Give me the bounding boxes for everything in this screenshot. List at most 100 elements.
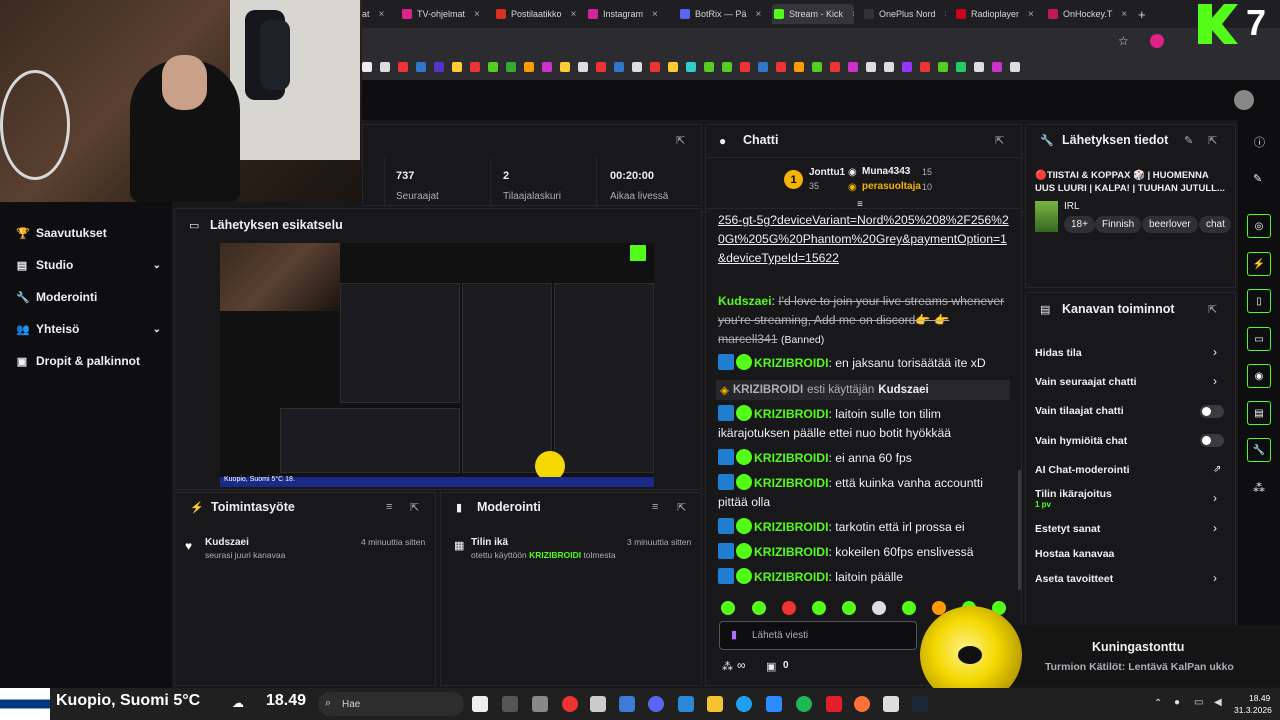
points-icon[interactable]: ⁂ (1253, 481, 1265, 495)
close-icon[interactable]: × (652, 9, 658, 20)
bookmark-icon[interactable] (812, 62, 822, 72)
action-followers-only[interactable]: Vain seuraajat chatti (1035, 376, 1137, 388)
emote-icon[interactable] (902, 601, 916, 615)
bookmark-icon[interactable] (920, 62, 930, 72)
browser-tab[interactable]: Radioplayer × (956, 4, 1038, 24)
activity-user[interactable]: Kudszaei (205, 537, 249, 548)
browser-tab[interactable]: OnHockey.T × (1048, 4, 1130, 24)
emote-icon[interactable] (842, 601, 856, 615)
taskbar-app-icon[interactable] (766, 696, 782, 712)
sidebar-item-dropit[interactable]: ▣ Dropit & palkinnot (16, 354, 161, 368)
bookmark-icon[interactable] (974, 62, 984, 72)
action-slow-mode[interactable]: Hidas tila (1035, 347, 1082, 359)
action-host-channel[interactable]: Hostaa kanavaa (1035, 548, 1114, 560)
chat-link[interactable]: 256-gt-5g?deviceVariant=Nord%205%208%2F2… (718, 211, 1010, 268)
chevron-right-icon[interactable]: › (1213, 571, 1217, 585)
bookmark-icon[interactable] (578, 62, 588, 72)
popout-icon[interactable]: ⇱ (676, 134, 685, 147)
taskbar-app-icon[interactable] (532, 696, 548, 712)
taskbar-app-icon[interactable] (590, 696, 606, 712)
chat-icon[interactable]: ▭ (1247, 327, 1271, 351)
bookmark-icon[interactable] (560, 62, 570, 72)
tray-chevron-icon[interactable]: ⌃ (1154, 698, 1162, 709)
bookmark-icon[interactable] (614, 62, 624, 72)
steam-icon[interactable] (912, 696, 928, 712)
top-gifter-name[interactable]: perasuoltaja (862, 181, 921, 192)
tag[interactable]: Finnish (1095, 216, 1142, 233)
sidebar-item-moderointi[interactable]: 🔧 Moderointi (16, 290, 161, 304)
category-name[interactable]: IRL (1064, 201, 1080, 212)
browser-tab[interactable]: Instagram × (588, 4, 668, 24)
bookmark-icon[interactable] (722, 62, 732, 72)
info-icon[interactable]: ⓘ (1254, 134, 1265, 150)
bookmark-star-icon[interactable]: ☆ (1118, 34, 1129, 48)
subscribers-only-toggle[interactable] (1200, 405, 1224, 418)
emote-icon[interactable] (752, 601, 766, 615)
points-icon[interactable]: ⁂ (722, 660, 733, 673)
extension-icon[interactable] (1150, 34, 1164, 48)
sidebar-item-yhteiso[interactable]: 👥 Yhteisö ⌄ (16, 322, 161, 336)
broadcast-icon[interactable]: ◉ (1247, 364, 1271, 388)
microphone-icon[interactable]: ▮ (731, 628, 737, 641)
close-icon[interactable]: × (945, 9, 946, 20)
popout-icon[interactable]: ⇱ (410, 501, 419, 514)
bookmark-icon[interactable] (794, 62, 804, 72)
chevron-right-icon[interactable]: › (1213, 521, 1217, 535)
bookmark-icon[interactable] (866, 62, 876, 72)
bookmark-icon[interactable] (632, 62, 642, 72)
browser-tab[interactable]: Postilaatikko × (496, 4, 580, 24)
chevron-right-icon[interactable]: › (1213, 345, 1217, 359)
close-icon[interactable]: × (756, 9, 762, 20)
emote-icon[interactable] (812, 601, 826, 615)
chat-message-input[interactable]: Lähetä viesti (719, 621, 917, 650)
external-link-icon[interactable]: ⇗ (1213, 464, 1221, 475)
popout-icon[interactable]: ⇱ (677, 501, 686, 514)
bookmark-icon[interactable] (398, 62, 408, 72)
bookmark-icon[interactable] (686, 62, 696, 72)
bookmark-icon[interactable] (938, 62, 948, 72)
spotify-icon[interactable] (796, 696, 812, 712)
action-blocked-words[interactable]: Estetyt sanat (1035, 523, 1100, 535)
edge-icon[interactable] (736, 696, 752, 712)
bookmark-icon[interactable] (902, 62, 912, 72)
taskbar-time[interactable]: 18.49 (1249, 693, 1270, 703)
bookmark-icon[interactable] (506, 62, 516, 72)
bookmark-icon[interactable] (776, 62, 786, 72)
action-account-age[interactable]: Tilin ikärajoitus (1035, 488, 1112, 500)
address-bar[interactable] (362, 31, 1220, 53)
taskbar-app-icon[interactable] (562, 696, 578, 712)
edit-icon[interactable]: ✎ (1253, 172, 1262, 185)
bookmark-icon[interactable] (470, 62, 480, 72)
action-set-goals[interactable]: Aseta tavoitteet (1035, 573, 1113, 585)
stream-preview[interactable]: Kuopio, Suomi 5°C 18. (220, 243, 654, 487)
browser-tab[interactable]: OnePlus Nord× (864, 4, 946, 24)
browser-tab[interactable]: TV-ohjelmat × (402, 4, 492, 24)
emotes-only-toggle[interactable] (1200, 434, 1224, 447)
bookmark-icon[interactable] (380, 62, 390, 72)
emote-icon[interactable] (872, 601, 886, 615)
bookmark-icon[interactable] (704, 62, 714, 72)
browser-tab-active[interactable]: Stream - Kick× (772, 4, 854, 24)
mail-icon[interactable] (678, 696, 694, 712)
edit-icon[interactable]: ✎ (1184, 134, 1193, 147)
browser-tab[interactable]: BotRix — Pä × (680, 4, 764, 24)
avatar[interactable] (1234, 90, 1254, 110)
bookmark-icon[interactable] (1010, 62, 1020, 72)
bookmark-icon[interactable] (542, 62, 552, 72)
taskbar-app-icon[interactable] (826, 696, 842, 712)
taskbar-app-icon[interactable] (883, 696, 899, 712)
list-icon[interactable]: ▤ (1247, 401, 1271, 425)
emote-icon[interactable] (782, 601, 796, 615)
bookmark-icon[interactable] (884, 62, 894, 72)
bookmark-icon[interactable] (362, 62, 372, 72)
bookmark-icon[interactable] (992, 62, 1002, 72)
popout-icon[interactable]: ⇱ (1208, 134, 1217, 147)
bookmark-icon[interactable] (740, 62, 750, 72)
tag[interactable]: 18+ (1064, 216, 1095, 233)
document-icon[interactable]: ▯ (1247, 289, 1271, 313)
volume-icon[interactable]: ◀ (1214, 697, 1222, 708)
bookmark-icon[interactable] (650, 62, 660, 72)
chevron-right-icon[interactable]: › (1213, 374, 1217, 388)
close-icon[interactable]: × (852, 9, 854, 20)
close-icon[interactable]: × (1121, 9, 1127, 20)
